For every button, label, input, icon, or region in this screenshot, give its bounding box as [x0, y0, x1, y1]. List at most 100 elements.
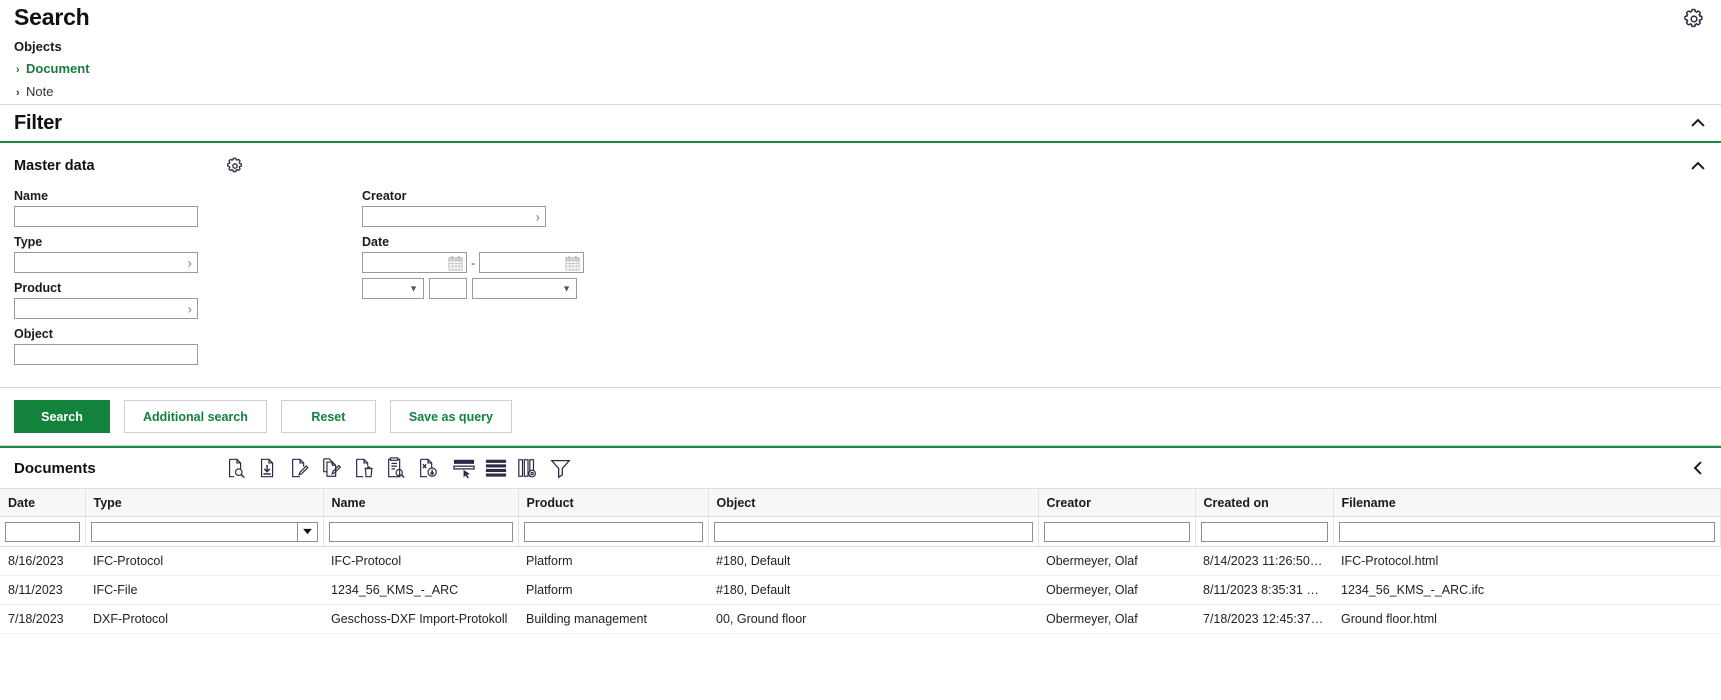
document-properties-icon[interactable] — [384, 456, 408, 480]
object-tree-item-document[interactable]: › Document — [14, 58, 1707, 81]
filter-input-filename[interactable] — [1338, 521, 1715, 542]
search-page: Search Objects › Document › Note Filter Ma… — [0, 0, 1721, 700]
chevron-right-icon: › — [535, 209, 540, 224]
cell-date: 8/16/2023 — [0, 546, 85, 576]
filter-input-object[interactable] — [713, 521, 1033, 542]
master-data-section: Master data Name Type › Product › Object… — [0, 143, 1721, 373]
form-column-left: Name Type › Product › Object — [14, 189, 362, 373]
column-settings-icon[interactable] — [516, 456, 540, 480]
cell-name: Geschoss-DXF Import-Protokoll — [323, 604, 518, 634]
field-label-date: Date — [362, 235, 390, 249]
column-header-creator[interactable]: Creator — [1038, 488, 1196, 517]
column-header-object[interactable]: Object — [708, 488, 1039, 517]
name-input[interactable] — [14, 206, 198, 227]
cell-creator: Obermeyer, Olaf — [1038, 604, 1195, 634]
additional-search-button[interactable]: Additional search — [124, 400, 267, 433]
filter-input-name[interactable] — [328, 521, 513, 542]
product-picker[interactable]: › — [14, 298, 198, 319]
column-header-filename[interactable]: Filename — [1333, 488, 1721, 517]
filter-section-header[interactable]: Filter — [0, 105, 1721, 141]
date-unit-select[interactable]: ▼ — [472, 278, 577, 299]
cell-name: IFC-Protocol — [323, 546, 518, 576]
filter-input-type[interactable] — [90, 521, 298, 542]
calendar-icon[interactable] — [448, 255, 463, 274]
filter-input-product[interactable] — [523, 521, 703, 542]
column-header-date[interactable]: Date — [0, 488, 86, 517]
column-header-product[interactable]: Product — [518, 488, 709, 517]
gear-icon[interactable] — [1681, 6, 1707, 32]
table-header-row: Date Type Name Product Object Creator Created … — [0, 488, 1721, 517]
type-picker[interactable]: › — [14, 252, 198, 273]
cell-object: #180, Default — [708, 546, 1038, 576]
save-as-query-button[interactable]: Save as query — [389, 400, 512, 433]
table-row[interactable]: 8/16/2023 IFC-Protocol IFC-Protocol Platfor… — [0, 546, 1721, 576]
date-amount-input[interactable] — [429, 278, 467, 299]
column-header-created_on[interactable]: Created on — [1195, 488, 1334, 517]
gear-icon[interactable] — [224, 155, 246, 177]
field-product: Product › — [14, 281, 362, 319]
list-view-icon[interactable] — [484, 456, 508, 480]
field-object: Object — [14, 327, 362, 365]
document-download-icon[interactable] — [256, 456, 280, 480]
chevron-down-icon[interactable] — [297, 521, 318, 542]
filter-cell-created_on — [1195, 516, 1334, 547]
master-data-form: Name Type › Product › Object Creator › D… — [14, 189, 1707, 373]
table-row[interactable]: 8/11/2023 IFC-File 1234_56_KMS_-_ARC Platfo… — [0, 575, 1721, 605]
filter-cell-creator — [1038, 516, 1196, 547]
cell-created_on: 8/11/2023 8:35:31 PM — [1195, 575, 1333, 605]
field-label-type: Type — [14, 235, 43, 249]
field-label-product: Product — [14, 281, 62, 295]
table-row[interactable]: 7/18/2023 DXF-Protocol Geschoss-DXF Import… — [0, 604, 1721, 634]
cell-object: #180, Default — [708, 575, 1038, 605]
filter-cell-name — [323, 516, 519, 547]
filter-input-date[interactable] — [5, 521, 80, 542]
cell-object: 00, Ground floor — [708, 604, 1038, 634]
chevron-up-icon[interactable] — [1689, 157, 1707, 175]
date-operator-select[interactable]: ▼ — [362, 278, 424, 299]
date-from-input[interactable] — [362, 252, 467, 273]
date-range-row: - — [362, 252, 782, 273]
cell-creator: Obermeyer, Olaf — [1038, 546, 1195, 576]
creator-picker[interactable]: › — [362, 206, 546, 227]
filter-icon[interactable] — [548, 456, 572, 480]
select-rows-icon[interactable] — [452, 456, 476, 480]
date-to-input[interactable] — [479, 252, 584, 273]
field-label-name: Name — [14, 189, 49, 203]
document-version-icon[interactable] — [416, 456, 440, 480]
cell-type: IFC-File — [85, 575, 323, 605]
date-relative-row: ▼ ▼ — [362, 278, 782, 299]
filter-input-created_on[interactable] — [1200, 521, 1328, 542]
cell-created_on: 7/18/2023 12:45:37 AM — [1195, 604, 1333, 634]
reset-button[interactable]: Reset — [280, 400, 376, 433]
chevron-up-icon[interactable] — [1689, 114, 1707, 132]
objects-label: Objects — [14, 39, 62, 54]
calendar-icon[interactable] — [565, 255, 580, 274]
master-data-header: Master data — [14, 153, 1707, 179]
documents-title: Documents — [14, 459, 96, 477]
filter-cell-object — [708, 516, 1039, 547]
date-range-separator: - — [471, 255, 475, 270]
object-input[interactable] — [14, 344, 198, 365]
chevron-left-icon[interactable] — [1689, 459, 1707, 477]
document-search-icon[interactable] — [224, 456, 248, 480]
cell-filename: Ground floor.html — [1333, 604, 1721, 634]
filter-input-creator[interactable] — [1043, 521, 1190, 542]
documents-toolbar — [224, 456, 572, 480]
search-button[interactable]: Search — [14, 400, 110, 433]
filter-cell-filename — [1333, 516, 1721, 547]
cell-product: Building management — [518, 604, 708, 634]
master-data-title: Master data — [14, 158, 95, 174]
field-type: Type › — [14, 235, 362, 273]
cell-name: 1234_56_KMS_-_ARC — [323, 575, 518, 605]
search-panel: Search Objects › Document › Note — [0, 0, 1721, 104]
document-edit-icon[interactable] — [288, 456, 312, 480]
document-copy-edit-icon[interactable] — [320, 456, 344, 480]
field-label-object: Object — [14, 327, 53, 341]
page-title: Search — [14, 4, 90, 30]
document-delete-icon[interactable] — [352, 456, 376, 480]
column-header-name[interactable]: Name — [323, 488, 519, 517]
field-label-creator: Creator — [362, 189, 407, 203]
object-tree-item-note[interactable]: › Note — [14, 81, 1707, 104]
cell-date: 8/11/2023 — [0, 575, 85, 605]
column-header-type[interactable]: Type — [85, 488, 324, 517]
